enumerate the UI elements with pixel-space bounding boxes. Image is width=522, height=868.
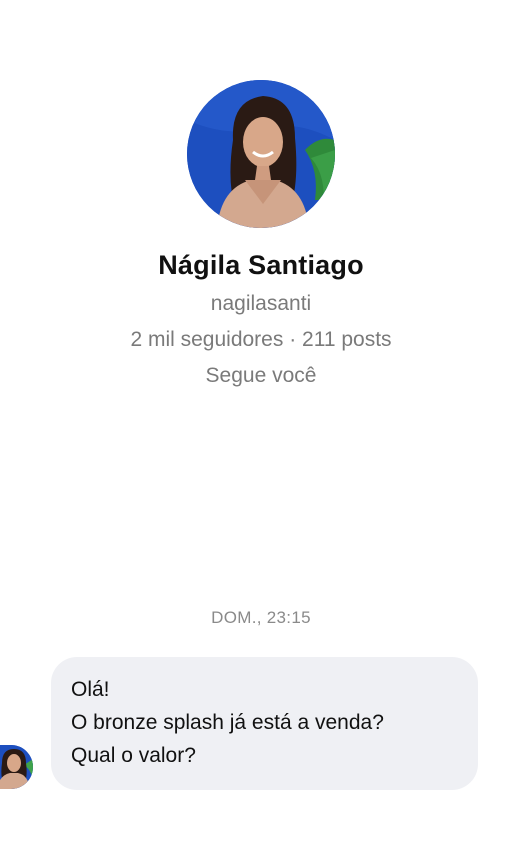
profile-username: nagilasanti bbox=[210, 292, 312, 315]
message-bubble[interactable]: Olá! O bronze splash já está a venda? Qu… bbox=[51, 657, 478, 790]
follow-status: Segue você bbox=[205, 364, 317, 387]
message-line: Olá! bbox=[71, 678, 110, 701]
profile-stats: 2 mil seguidores · 211 posts bbox=[130, 328, 392, 351]
message-line: O bronze splash já está a venda? bbox=[71, 711, 384, 734]
profile-avatar[interactable] bbox=[187, 80, 335, 228]
message-line: Qual o valor? bbox=[71, 744, 196, 767]
profile-display-name: Nágila Santiago bbox=[158, 250, 364, 280]
sender-avatar[interactable] bbox=[0, 745, 33, 789]
message-row: Olá! O bronze splash já está a venda? Qu… bbox=[0, 657, 522, 797]
chat-screen: Nágila Santiago nagilasanti 2 mil seguid… bbox=[0, 0, 522, 868]
message-timestamp: DOM., 23:15 bbox=[211, 608, 311, 627]
profile-header: Nágila Santiago nagilasanti 2 mil seguid… bbox=[0, 80, 522, 390]
